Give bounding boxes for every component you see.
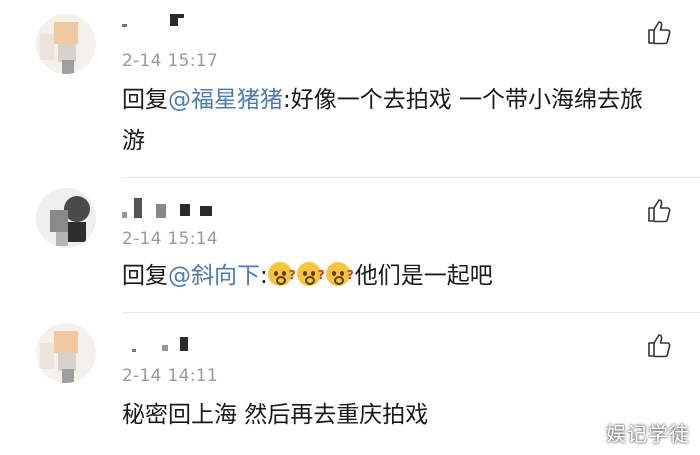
thumbs-up-icon[interactable]	[646, 331, 674, 359]
comment-item: 2-14 15:17 回复@福星猪猪:好像一个去拍戏 一个带小海绵去旅游	[0, 0, 700, 178]
username[interactable]	[122, 333, 222, 355]
reply-body: 他们是一起吧	[354, 263, 493, 289]
mention-link[interactable]: @福星猪猪	[168, 87, 283, 113]
colon: :	[260, 263, 268, 289]
comment-item: 2-14 15:14 回复@斜向下:??? 他们是一起吧	[0, 178, 700, 313]
confused-question-emoji: ?	[296, 262, 325, 286]
comment-item: 2-14 14:11 秘密回上海 然后再去重庆拍戏	[0, 313, 700, 455]
watermark: 娱记学徒	[606, 422, 690, 446]
avatar[interactable]	[36, 323, 96, 383]
avatar[interactable]	[36, 188, 96, 248]
thumbs-up-icon[interactable]	[646, 196, 674, 224]
confused-question-emoji: ?	[325, 262, 354, 286]
timestamp: 2-14 15:14	[122, 229, 218, 249]
username[interactable]	[122, 198, 222, 220]
timestamp: 2-14 15:17	[122, 51, 218, 71]
username[interactable]	[122, 14, 222, 36]
reply-prefix: 回复	[122, 87, 168, 113]
comment-text: 回复@福星猪猪:好像一个去拍戏 一个带小海绵去旅游	[122, 80, 662, 162]
confused-question-emoji: ?	[267, 262, 296, 286]
comment-text: 回复@斜向下:??? 他们是一起吧	[122, 256, 662, 297]
thumbs-up-icon[interactable]	[646, 18, 674, 46]
comment-text: 秘密回上海 然后再去重庆拍戏	[122, 402, 429, 428]
timestamp: 2-14 14:11	[122, 366, 218, 386]
mention-link[interactable]: @斜向下	[168, 263, 260, 289]
reply-prefix: 回复	[122, 263, 168, 289]
avatar[interactable]	[36, 14, 96, 74]
